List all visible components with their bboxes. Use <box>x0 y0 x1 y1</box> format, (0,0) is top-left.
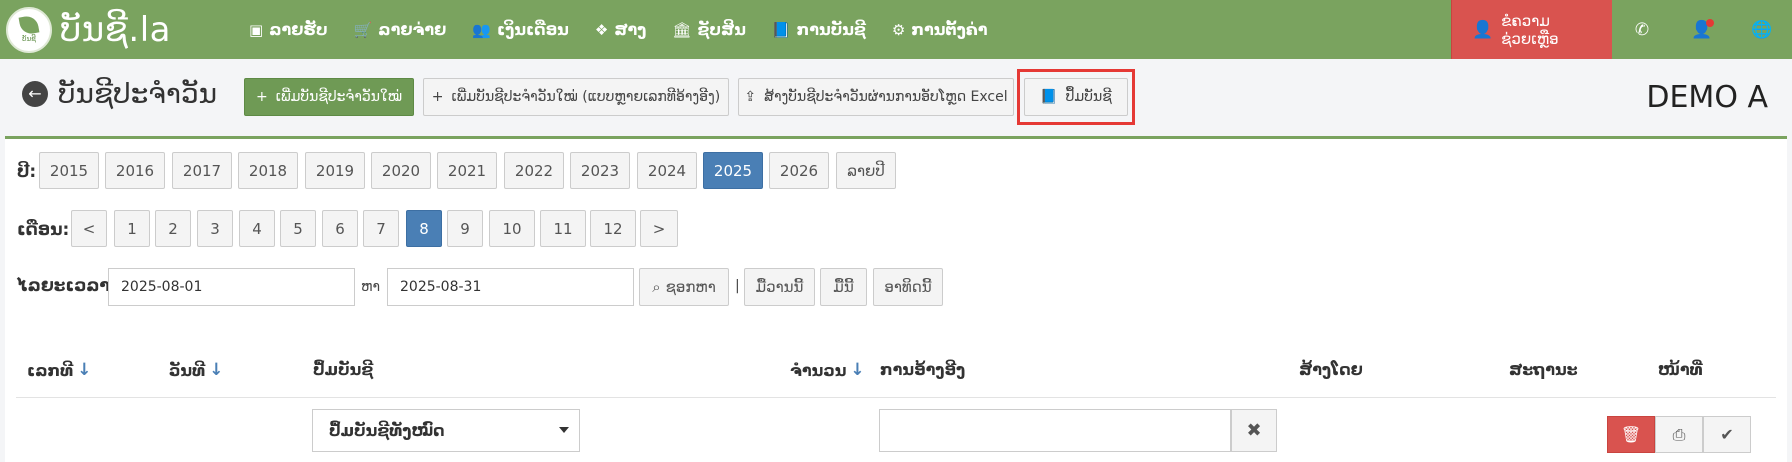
cart-icon: 🛒 <box>353 20 373 39</box>
year-chip[interactable]: 2023 <box>570 152 630 189</box>
print-icon: ⎙ <box>1672 424 1686 444</box>
nav-item-6[interactable]: ⚙ ການຕັ້ງຄ່າ <box>879 0 1001 59</box>
to-label: ຫາ <box>361 279 381 295</box>
caret-down-icon <box>559 427 569 433</box>
month-chip[interactable]: 7 <box>363 210 399 247</box>
year-chip[interactable]: 2022 <box>504 152 564 189</box>
support-agent-icon: 👤 <box>1472 19 1494 40</box>
th-ledger: ປຶ້ມບັນຊີ <box>313 360 374 379</box>
search-button[interactable]: ⌕ ຊອກຫາ <box>639 268 729 306</box>
year-label: ປີ: <box>17 162 37 182</box>
plus-icon: + <box>431 89 444 105</box>
year-chip[interactable]: 2026 <box>769 152 829 189</box>
nav-item-4[interactable]: 🏛 ຊັບສິນ <box>659 0 759 59</box>
nav-item-5[interactable]: 📘 ການບັນຊີ <box>759 0 879 59</box>
year-chip[interactable]: 2017 <box>172 152 232 189</box>
nav-item-0[interactable]: ▣ ລາຍຮັບ <box>236 0 341 59</box>
upload-icon: ⇪ <box>744 89 757 105</box>
whatsapp-icon[interactable]: ✆ <box>1612 0 1672 59</box>
month-chip[interactable]: 12 <box>590 210 636 247</box>
company-name: DEMO A <box>1646 80 1768 115</box>
ledger-select[interactable]: ປຶ້ມບັນຊີທັງໝົດ <box>312 409 580 452</box>
month-chip[interactable]: 5 <box>280 210 316 247</box>
cogs-icon: ⚙ <box>891 20 906 39</box>
ledger-button-highlight <box>1017 69 1135 125</box>
period-label: ໄລຍະເວລາ: <box>17 276 117 296</box>
separator: | <box>735 278 740 294</box>
page-title: ← ບັນຊີປະຈໍາວັນ <box>22 77 217 110</box>
new-journal-multi-button[interactable]: + ເພີ່ມບັນຊີປະຈໍາວັນໃໝ່ (ແບບຫຼາຍເລກທີອ້າ… <box>423 78 729 116</box>
delete-button[interactable]: 🗑 <box>1607 416 1655 453</box>
table-header-divider <box>16 397 1776 398</box>
users-icon: 👥 <box>472 20 491 39</box>
month-chip[interactable]: 11 <box>540 210 586 247</box>
book-icon: 📘 <box>771 20 791 39</box>
top-navbar: ບັນຊີ ບັນຊີ.la ▣ ລາຍຮັບ 🛒 ລາຍຈ່າຍ 👥 ເງິນເດືອນ… <box>0 0 1792 59</box>
reference-input[interactable] <box>879 409 1231 452</box>
help-button[interactable]: 👤 ຂໍຄວາມຊ່ວຍເຫຼືອ <box>1451 0 1612 59</box>
year-chip[interactable]: 2025 <box>703 152 763 189</box>
navbar-right: 👤 ຂໍຄວາມຊ່ວຍເຫຼືອ ✆ 👤 🌐 <box>1451 0 1792 59</box>
year-chip[interactable]: 2016 <box>105 152 165 189</box>
sort-down-icon: ↓ <box>850 360 865 380</box>
month-chip[interactable]: 3 <box>197 210 233 247</box>
bank-icon: 🏛 <box>672 20 692 39</box>
brand-name: ບັນຊີ.la <box>60 9 171 50</box>
th-number[interactable]: ເລກທີ ↓ <box>27 360 92 380</box>
month-next-button[interactable]: > <box>640 210 678 247</box>
month-chip[interactable]: 1 <box>114 210 150 247</box>
th-amount[interactable]: ຈໍານວນ ↓ <box>790 360 865 380</box>
month-prev-button[interactable]: < <box>71 210 107 247</box>
sort-down-icon: ↓ <box>77 360 92 380</box>
th-actions: ໜ້າທີ່ <box>1658 360 1703 379</box>
year-chip[interactable]: 2019 <box>305 152 365 189</box>
clear-icon[interactable]: ✖ <box>1231 409 1277 452</box>
notification-dot <box>1706 19 1714 27</box>
date-to-input[interactable]: 2025-08-31 <box>387 268 634 306</box>
month-chip[interactable]: 2 <box>155 210 191 247</box>
this-week-button[interactable]: ອາທິດນີ້ <box>873 268 943 306</box>
dropbox-icon: ❖ <box>594 20 609 39</box>
th-status: ສະຖານະ <box>1509 360 1578 379</box>
main-menu: ▣ ລາຍຮັບ 🛒 ລາຍຈ່າຍ 👥 ເງິນເດືອນ ❖ ສາງ 🏛 ຊັບສິນ 📘 ການ… <box>236 0 1001 59</box>
yesterday-button[interactable]: ມື້ວານນີ້ <box>744 268 815 306</box>
month-chip[interactable]: 10 <box>489 210 535 247</box>
check-icon: ✔ <box>1720 425 1734 444</box>
logo-icon: ບັນຊີ <box>6 6 52 53</box>
month-label: ເດືອນ: <box>17 220 70 240</box>
year-chip[interactable]: 2021 <box>437 152 497 189</box>
plus-icon: + <box>255 89 268 105</box>
date-from-input[interactable]: 2025-08-01 <box>108 268 355 306</box>
title-row: ← ບັນຊີປະຈໍາວັນ + ເພີ່ມບັນຊີປະຈໍາວັນໃໝ່ … <box>0 59 1792 137</box>
th-reference: ການອ້າງອີງ <box>880 360 966 379</box>
new-journal-button[interactable]: + ເພີ່ມບັນຊີປະຈໍາວັນໃໝ່ <box>244 78 414 116</box>
print-button[interactable]: ⎙ <box>1655 416 1703 453</box>
nav-item-1[interactable]: 🛒 ລາຍຈ່າຍ <box>341 0 460 59</box>
user-icon[interactable]: 👤 <box>1672 0 1732 59</box>
year-chip[interactable]: 2018 <box>238 152 298 189</box>
th-created-by: ສ້າງໂດຍ <box>1299 360 1363 379</box>
month-chip[interactable]: 4 <box>239 210 275 247</box>
back-arrow-icon[interactable]: ← <box>22 80 48 107</box>
brand-logo[interactable]: ບັນຊີ ບັນຊີ.la <box>6 6 236 53</box>
month-chip[interactable]: 6 <box>322 210 358 247</box>
year-chip[interactable]: 2024 <box>637 152 697 189</box>
nav-item-3[interactable]: ❖ ສາງ <box>582 0 660 59</box>
year-chip[interactable]: ລາຍປີ <box>836 152 896 189</box>
money-icon: ▣ <box>249 20 264 39</box>
globe-icon[interactable]: 🌐 <box>1732 0 1792 59</box>
approve-button[interactable]: ✔ <box>1703 416 1751 453</box>
nav-item-2[interactable]: 👥 ເງິນເດືອນ <box>459 0 582 59</box>
th-date[interactable]: ວັນທີ ↓ <box>169 360 223 380</box>
trash-icon: 🗑 <box>1620 425 1642 444</box>
import-excel-button[interactable]: ⇪ ສ້າງບັນຊີປະຈໍາວັນຜ່ານການອັບໂຫຼດ Excel <box>738 78 1014 116</box>
today-button[interactable]: ມື້ນີ້ <box>820 268 867 306</box>
month-chip[interactable]: 9 <box>447 210 483 247</box>
sort-down-icon: ↓ <box>209 360 224 380</box>
month-chip[interactable]: 8 <box>406 210 442 247</box>
search-icon: ⌕ <box>652 278 661 296</box>
year-chip[interactable]: 2020 <box>371 152 431 189</box>
year-chip[interactable]: 2015 <box>39 152 99 189</box>
